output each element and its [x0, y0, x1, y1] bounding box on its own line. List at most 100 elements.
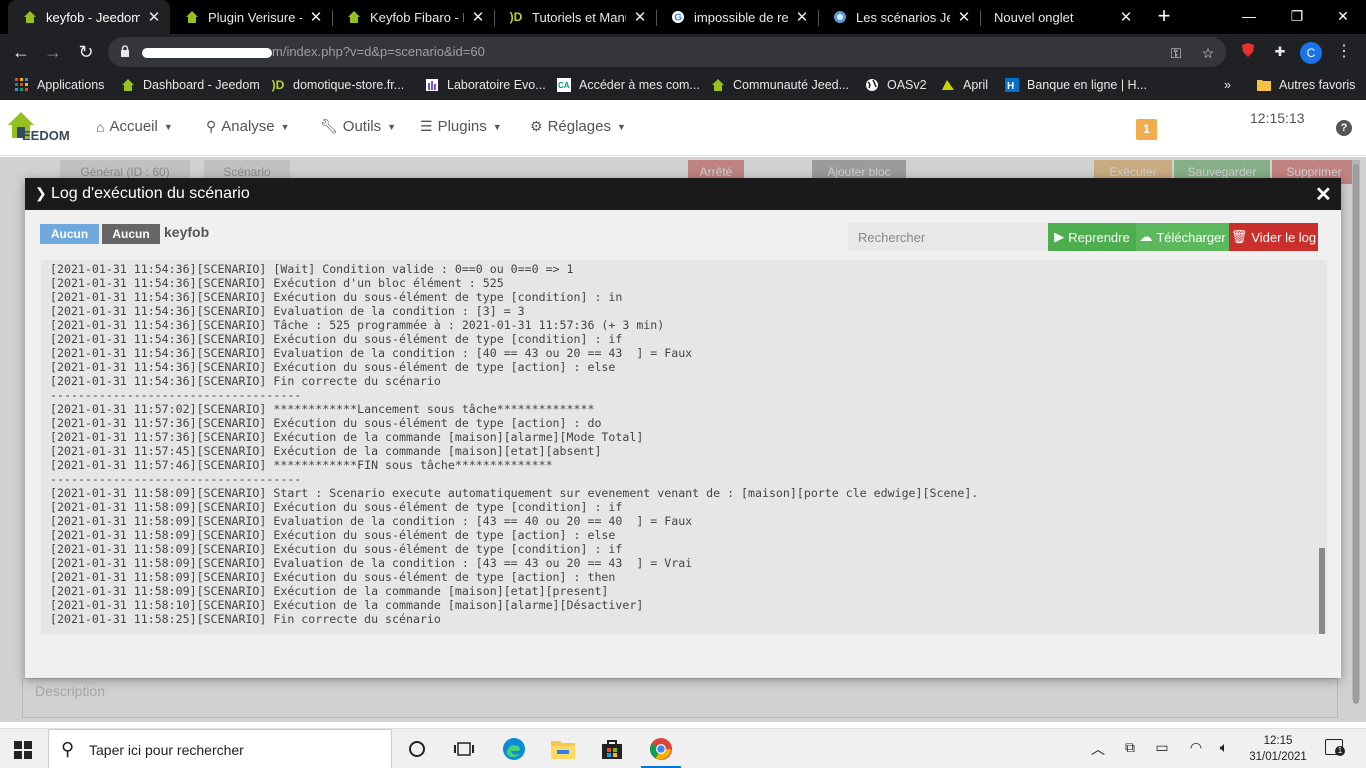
battery-icon[interactable]: ▭ — [1152, 739, 1172, 756]
extensions-icon[interactable]: ✚ — [1270, 42, 1290, 62]
bookmark-oasv2[interactable]: OASv2 — [864, 76, 927, 94]
close-icon[interactable]: ✕ — [308, 8, 324, 26]
close-icon[interactable]: ✕ — [794, 8, 810, 26]
browser-tab-keyfob[interactable]: keyfob - Jeedom ✕ — [8, 0, 170, 34]
browser-tab[interactable]: Plugin Verisure - P ✕ — [170, 0, 332, 34]
apps-grid-icon — [14, 77, 30, 93]
forward-icon[interactable]: → — [40, 39, 66, 65]
help-icon[interactable]: ? — [1336, 120, 1352, 136]
bookmark-acceder-comptes[interactable]: CA Accéder à mes com... — [556, 76, 700, 94]
download-button[interactable]: ☁ Télécharger — [1136, 223, 1229, 251]
redacted-url-mask — [142, 47, 272, 58]
close-icon[interactable]: ✕ — [146, 8, 162, 26]
file-explorer-icon[interactable] — [548, 735, 578, 763]
browser-tab[interactable]: G impossible de reve ✕ — [656, 0, 818, 34]
log-scrollbar-thumb[interactable] — [1319, 548, 1325, 634]
filter-none-button-2[interactable]: Aucun — [102, 224, 160, 244]
log-separator: ------------------------------------ — [50, 388, 302, 402]
taskbar-search-input[interactable]: ⚲ Taper ici pour rechercher — [48, 729, 392, 768]
windows-start-icon[interactable] — [14, 741, 32, 759]
brave-shield-icon[interactable] — [1238, 42, 1258, 62]
trash-icon: 🗑︎ — [1230, 229, 1248, 244]
bookmark-april[interactable]: April — [940, 76, 988, 94]
browser-tab[interactable]: )D Tutoriels et Manue ✕ — [494, 0, 656, 34]
key-icon[interactable]: ⚿ — [1166, 43, 1186, 63]
reload-icon[interactable]: ↻ — [73, 39, 99, 65]
taskbar-clock[interactable]: 12:15 31/01/2021 — [1244, 733, 1312, 765]
menu-reglages[interactable]: ⚙ Réglages ▼ — [530, 118, 626, 135]
close-icon[interactable]: ✕ — [1315, 182, 1332, 207]
jeedom-logo[interactable]: EEDOM — [6, 110, 78, 144]
log-line: [2021-01-31 11:57:46][SCENARIO] ********… — [50, 458, 553, 472]
resume-button[interactable]: ▶ Reprendre — [1048, 223, 1136, 251]
bookmark-communaute-jeedom[interactable]: Communauté Jeed... — [710, 76, 849, 94]
bookmark-domotique-store[interactable]: )D domotique-store.fr... — [270, 76, 405, 94]
star-icon[interactable]: ☆ — [1198, 43, 1218, 63]
domotique-favicon-icon: )D — [271, 78, 285, 92]
lock-icon — [120, 45, 130, 60]
menu-plugins[interactable]: ☰ Plugins ▼ — [420, 118, 502, 135]
tab-title: Les scénarios Jeed — [856, 9, 950, 25]
globe-icon — [864, 77, 880, 93]
search-icon: ⚲ — [61, 739, 75, 759]
restore-icon[interactable]: ❐ — [1274, 0, 1320, 34]
bookmark-other-favorites[interactable]: Autres favoris — [1256, 76, 1355, 94]
log-line: [2021-01-31 11:57:36][SCENARIO] Exécutio… — [50, 416, 602, 430]
chrome-icon[interactable] — [646, 735, 676, 763]
store-icon[interactable] — [597, 735, 627, 763]
tab-title: keyfob - Jeedom — [46, 9, 140, 25]
folder-icon — [1256, 77, 1272, 93]
lab-favicon-icon — [424, 77, 440, 93]
caret-down-icon: ▼ — [280, 121, 290, 132]
domotique-favicon-icon: )D — [509, 10, 523, 24]
edge-icon[interactable] — [499, 735, 529, 763]
bookmarks-overflow-icon[interactable]: » — [1224, 76, 1231, 94]
tab-title: impossible de reve — [694, 9, 788, 25]
log-line: [2021-01-31 11:54:36][SCENARIO] Exécutio… — [50, 290, 623, 304]
close-icon[interactable]: ✕ — [956, 8, 972, 26]
address-bar[interactable]: m/index.php?v=d&p=scenario&id=60 ⚿ ☆ — [108, 37, 1226, 67]
browser-toolbar: ← → ↻ m/index.php?v=d&p=scenario&id=60 ⚿… — [0, 34, 1366, 70]
april-favicon-icon — [940, 77, 956, 93]
browser-tab[interactable]: Keyfob Fibaro - Pa ✕ — [332, 0, 494, 34]
cortana-icon[interactable] — [402, 735, 432, 763]
volume-icon[interactable]: 🔈︎ — [1214, 739, 1234, 756]
log-line: [2021-01-31 11:58:10][SCENARIO] Exécutio… — [50, 598, 644, 612]
search-input[interactable]: Rechercher — [848, 223, 1048, 251]
bookmark-laboratoire[interactable]: Laboratoire Evo... — [424, 76, 546, 94]
menu-kebab-icon[interactable]: ⋮ — [1334, 41, 1354, 61]
menu-accueil[interactable]: ⌂ Accueil ▼ — [96, 118, 173, 135]
tray-overflow-icon[interactable]: ︿ — [1088, 739, 1108, 759]
bookmark-dashboard-jeedom[interactable]: Dashboard - Jeedom — [120, 76, 260, 94]
chevron-right-icon: ❯ — [35, 185, 47, 201]
menu-outils[interactable]: 🔧︎ Outils ▼ — [320, 118, 396, 135]
jeedom-favicon-icon — [22, 9, 38, 25]
log-line: [2021-01-31 11:57:36][SCENARIO] Exécutio… — [50, 430, 644, 444]
close-icon[interactable]: ✕ — [632, 8, 648, 26]
notification-center-icon[interactable]: 1 — [1325, 739, 1345, 756]
new-tab-button[interactable]: + — [1152, 5, 1176, 29]
browser-tab-new[interactable]: Nouvel onglet ✕ — [980, 0, 1142, 34]
profile-avatar[interactable]: C — [1300, 42, 1322, 64]
log-content[interactable]: [2021-01-31 11:54:36][SCENARIO] [Wait] C… — [41, 260, 1327, 634]
message-count-badge[interactable]: 1 — [1136, 119, 1157, 140]
tab-title: Keyfob Fibaro - Pa — [370, 9, 464, 25]
minimize-icon[interactable]: — — [1226, 0, 1272, 34]
bookmark-banque-en-ligne[interactable]: H Banque en ligne | H... — [1004, 76, 1147, 94]
window-close-icon[interactable]: ✕ — [1320, 0, 1366, 34]
browser-tab[interactable]: Les scénarios Jeed ✕ — [818, 0, 980, 34]
back-icon[interactable]: ← — [8, 39, 34, 65]
task-view-icon[interactable] — [449, 735, 479, 763]
clear-log-button[interactable]: 🗑︎ Vider le log — [1229, 223, 1318, 251]
jeedom-clock: 12:15:13 — [1250, 110, 1305, 126]
filter-none-button[interactable]: Aucun — [40, 224, 99, 244]
log-line: [2021-01-31 11:58:09][SCENARIO] Evaluati… — [50, 556, 693, 570]
wifi-icon[interactable]: ◠ — [1186, 739, 1206, 756]
usb-device-icon[interactable]: ⧉ — [1120, 739, 1140, 756]
bookmark-applications[interactable]: Applications — [14, 76, 104, 94]
close-icon[interactable]: ✕ — [470, 8, 486, 26]
google-favicon-icon: G — [670, 9, 686, 25]
tab-title: Plugin Verisure - P — [208, 9, 302, 25]
menu-analyse[interactable]: ⚲ Analyse ▼ — [206, 118, 290, 135]
close-icon[interactable]: ✕ — [1118, 8, 1134, 26]
